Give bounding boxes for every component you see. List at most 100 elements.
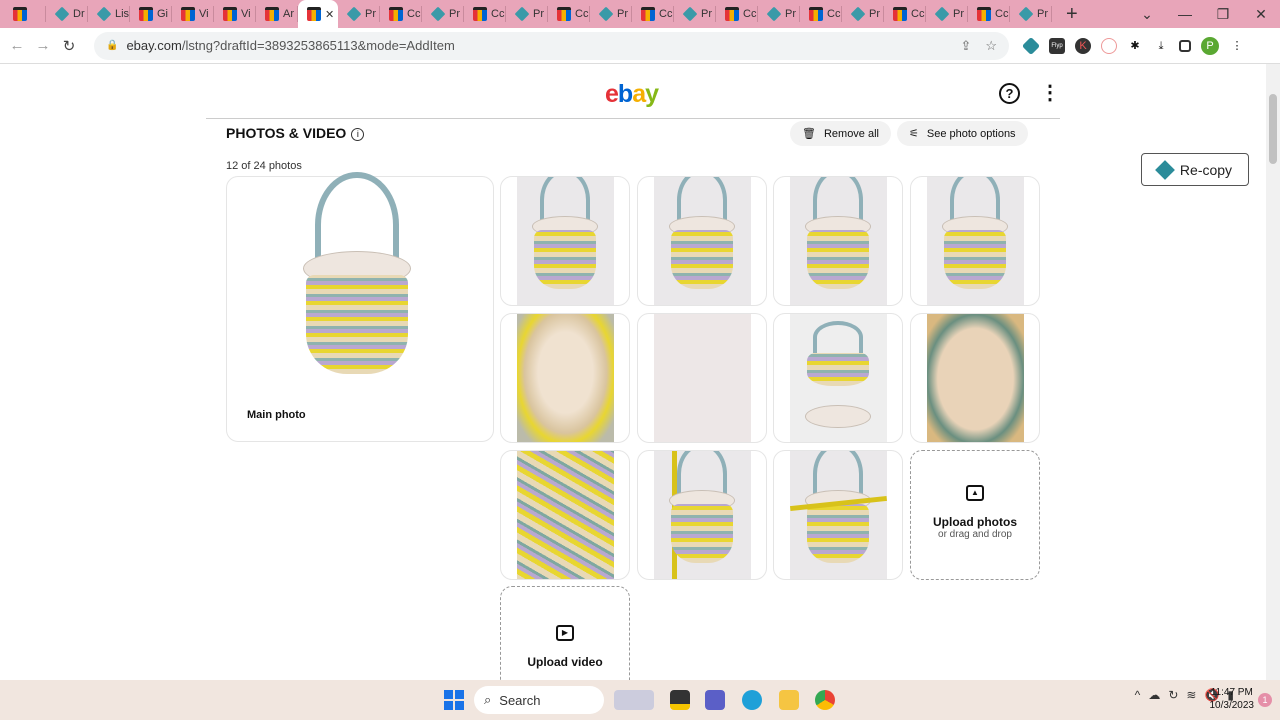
ebay-favicon-icon bbox=[557, 7, 571, 21]
section-title-text: PHOTOS & VIDEO bbox=[226, 125, 347, 141]
remove-all-button[interactable]: 🗑 Remove all bbox=[790, 121, 891, 146]
photo-thumbnail[interactable] bbox=[773, 176, 903, 306]
upload-photos-button[interactable]: ▲ Upload photos or drag and drop bbox=[910, 450, 1040, 580]
photo-thumbnail[interactable] bbox=[500, 176, 630, 306]
ebay-logo[interactable]: ebay bbox=[605, 80, 659, 109]
see-photo-options-button[interactable]: ⚟ See photo options bbox=[897, 121, 1028, 146]
browser-tab[interactable]: Ar bbox=[256, 6, 298, 22]
browser-tab[interactable]: Pr bbox=[842, 6, 884, 22]
browser-tab[interactable]: Gi bbox=[130, 6, 172, 22]
ebay-favicon-icon bbox=[893, 7, 907, 21]
close-tab-icon[interactable]: ✕ bbox=[325, 8, 334, 21]
ebay-favicon-icon bbox=[139, 7, 153, 21]
photo-thumbnail[interactable] bbox=[500, 450, 630, 580]
notification-badge[interactable]: 1 bbox=[1258, 693, 1272, 707]
edge-icon[interactable] bbox=[742, 690, 762, 710]
info-icon[interactable]: i bbox=[351, 128, 365, 141]
see-photo-options-label: See photo options bbox=[926, 127, 1016, 140]
logo-letter: e bbox=[605, 80, 619, 108]
browser-tab[interactable]: Pr bbox=[338, 6, 380, 22]
browser-tab[interactable] bbox=[4, 6, 46, 22]
browser-tab[interactable]: Cc bbox=[380, 6, 422, 22]
browser-tab[interactable]: Cc bbox=[884, 6, 926, 22]
browser-tab[interactable]: Cc bbox=[968, 6, 1010, 22]
sticky-notes-icon[interactable] bbox=[670, 690, 690, 710]
new-tab-button[interactable]: + bbox=[1066, 3, 1078, 26]
re-copy-button[interactable]: Re-copy bbox=[1141, 153, 1249, 186]
tab-title: Pr bbox=[785, 8, 796, 20]
tab-title: Cc bbox=[407, 8, 421, 20]
browser-tab[interactable]: ✕ bbox=[298, 0, 338, 28]
browser-tab[interactable]: Cc bbox=[632, 6, 674, 22]
download-icon[interactable]: ⤓ bbox=[1153, 38, 1169, 54]
diamond-icon bbox=[1155, 159, 1175, 180]
photo-thumbnail[interactable] bbox=[500, 313, 630, 443]
tab-title: Pr bbox=[869, 8, 880, 20]
minimize-button[interactable]: — bbox=[1166, 6, 1204, 22]
browser-tab[interactable]: Lis bbox=[88, 6, 130, 22]
browser-tab[interactable]: Pr bbox=[926, 6, 968, 22]
close-window-button[interactable]: ✕ bbox=[1242, 6, 1280, 23]
browser-tab[interactable]: Cc bbox=[548, 6, 590, 22]
extension-circle-icon[interactable] bbox=[1101, 37, 1117, 54]
browser-tab[interactable]: Cc bbox=[464, 6, 506, 22]
chevron-up-icon[interactable]: ^ bbox=[1135, 688, 1141, 702]
wifi-icon[interactable]: ≋ bbox=[1186, 688, 1196, 702]
extension-flyp-icon[interactable]: Flyp bbox=[1049, 37, 1065, 54]
browser-tab[interactable]: Pr bbox=[422, 6, 464, 22]
taskbar-search[interactable]: ⌕ Search bbox=[474, 686, 604, 714]
browser-tab[interactable]: Pr bbox=[590, 6, 632, 22]
tab-title: Vi bbox=[199, 8, 209, 20]
tab-search-icon[interactable]: ⌄ bbox=[1128, 6, 1166, 23]
logo-letter: y bbox=[645, 80, 659, 108]
browser-tab[interactable]: Pr bbox=[758, 6, 800, 22]
sync-icon[interactable]: ↻ bbox=[1168, 688, 1178, 702]
extensions-puzzle-icon[interactable]: ✱ bbox=[1127, 38, 1143, 54]
extension-diamond-icon[interactable] bbox=[1021, 36, 1041, 55]
browser-tab[interactable]: Cc bbox=[800, 6, 842, 22]
browser-tab[interactable]: Vi bbox=[172, 6, 214, 22]
browser-tab[interactable]: Pr bbox=[506, 6, 548, 22]
tab-title: Cc bbox=[995, 8, 1009, 20]
widgets-icon[interactable] bbox=[614, 690, 654, 710]
file-explorer-icon[interactable] bbox=[779, 690, 799, 710]
share-icon[interactable]: ⇪ bbox=[960, 38, 971, 54]
browser-menu-icon[interactable]: ⋮ bbox=[1229, 38, 1245, 54]
basket-photo bbox=[277, 171, 437, 405]
profile-avatar[interactable]: P bbox=[1201, 36, 1219, 55]
taskbar: ⌕ Search ^ ☁ ↻ ≋ 🔇 ▮ 11:47 PM 10/3/2023 1 bbox=[0, 680, 1280, 720]
help-icon[interactable]: ? bbox=[999, 83, 1020, 104]
start-button[interactable] bbox=[444, 690, 464, 710]
onedrive-icon[interactable]: ☁ bbox=[1148, 688, 1160, 702]
photo-thumbnail[interactable] bbox=[773, 313, 903, 443]
url-input[interactable]: 🔒 ebay.com/lstng?draftId=3893253865113&m… bbox=[94, 31, 1009, 60]
teams-icon[interactable] bbox=[705, 690, 725, 710]
side-panel-icon[interactable] bbox=[1179, 39, 1191, 52]
browser-tab[interactable]: Pr bbox=[1010, 6, 1052, 22]
browser-tab[interactable]: Pr bbox=[674, 6, 716, 22]
photo-thumbnail[interactable] bbox=[637, 313, 767, 443]
tab-strip: Dr Lis Gi Vi Vi Ar ✕ Pr Cc Pr Cc Pr Cc Pr Cc Pr Cc Pr Cc Pr… bbox=[0, 0, 1280, 28]
back-button[interactable]: ← bbox=[4, 37, 30, 54]
maximize-button[interactable]: ❐ bbox=[1204, 6, 1242, 23]
photo-thumbnail[interactable] bbox=[910, 176, 1040, 306]
diamond-favicon-icon bbox=[96, 6, 112, 22]
clock[interactable]: 11:47 PM 10/3/2023 bbox=[1210, 686, 1255, 712]
tab-title: Pr bbox=[533, 8, 544, 20]
logo-letter: b bbox=[617, 80, 633, 108]
browser-tab[interactable]: Cc bbox=[716, 6, 758, 22]
more-menu-icon[interactable]: ⋮ bbox=[1040, 80, 1060, 105]
extension-k-icon[interactable]: K bbox=[1075, 37, 1091, 54]
chrome-icon[interactable] bbox=[815, 690, 835, 710]
bookmark-star-icon[interactable]: ☆ bbox=[985, 38, 997, 54]
photo-thumbnail[interactable] bbox=[637, 450, 767, 580]
main-photo[interactable]: Main photo bbox=[226, 171, 494, 442]
photo-thumbnail[interactable] bbox=[910, 313, 1040, 443]
page-scrollbar[interactable] bbox=[1266, 64, 1280, 680]
reload-button[interactable]: ↻ bbox=[56, 37, 82, 55]
forward-button[interactable]: → bbox=[30, 37, 56, 54]
photo-thumbnail[interactable] bbox=[773, 450, 903, 580]
browser-tab[interactable]: Vi bbox=[214, 6, 256, 22]
browser-tab[interactable]: Dr bbox=[46, 6, 88, 22]
photo-thumbnail[interactable] bbox=[637, 176, 767, 306]
